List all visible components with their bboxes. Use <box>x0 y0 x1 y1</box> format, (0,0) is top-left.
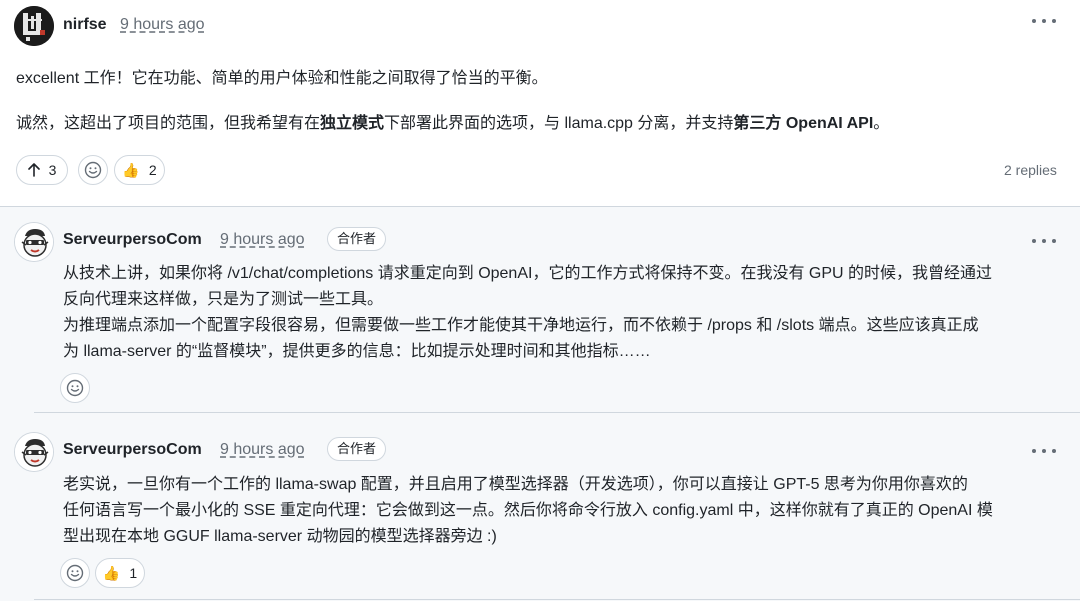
add-reaction-button[interactable] <box>60 558 90 588</box>
reply-body-line: 为 llama-server 的“监督模块”，提供更多的信息：比如提示处理时间和… <box>63 343 651 360</box>
smiley-icon <box>84 161 102 179</box>
smiley-icon <box>66 379 84 397</box>
collaborator-badge: 合作者 <box>327 227 387 251</box>
add-reaction-button[interactable] <box>60 373 90 403</box>
comment-paragraph-2: 诚然，这超出了项目的范围，但我希望有在独立模式下部署此界面的选项，与 llama… <box>16 112 889 136</box>
kebab-menu-icon[interactable] <box>1032 13 1056 29</box>
paragraph-bold-text: 独立模式 <box>320 115 385 132</box>
thumbs-up-icon: 👍 <box>102 565 121 581</box>
avatar[interactable] <box>14 6 54 46</box>
reaction-count: 1 <box>129 565 138 581</box>
reply-author[interactable]: ServeurpersoCom <box>63 441 202 459</box>
reply-body-line: 型出现在本地 GGUF llama-server 动物园的模型选择器旁边 :) <box>63 528 497 545</box>
reply-author[interactable]: ServeurpersoCom <box>63 231 202 249</box>
reply-body-line: 反向代理来这样做，只是为了测试一些工具。 <box>63 291 384 308</box>
thumbs-up-reaction[interactable]: 👍 2 <box>114 155 165 185</box>
replies-count[interactable]: 2 replies <box>1004 162 1057 178</box>
reply-body-line: 任何语言写一个最小化的 SSE 重定向代理：它会做到这一点。然后你将命令行放入 … <box>63 502 993 519</box>
thumbs-up-icon: 👍 <box>122 162 140 178</box>
paragraph-text: 下部署此界面的选项，与 llama.cpp 分离，并支持 <box>384 115 734 132</box>
thumbs-up-reaction[interactable]: 👍 1 <box>95 558 145 588</box>
kebab-menu-icon[interactable] <box>1032 233 1056 249</box>
comment-paragraph-1: excellent 工作！它在功能、简单的用户体验和性能之间取得了恰当的平衡。 <box>16 70 548 87</box>
paragraph-bold-text: 第三方 OpenAI API <box>733 115 874 132</box>
reply-divider <box>34 412 1080 413</box>
upvote-count: 3 <box>48 162 57 178</box>
collaborator-badge: 合作者 <box>327 437 387 461</box>
reply-body-line: 老实说，一旦你有一个工作的 llama-swap 配置，并且启用了模型选择器（开… <box>63 476 968 493</box>
reply-divider <box>34 599 1080 600</box>
reply-timestamp[interactable]: 9 hours ago <box>220 231 305 249</box>
avatar[interactable] <box>14 222 54 262</box>
paragraph-text: 诚然，这超出了项目的范围，但我希望有在 <box>16 115 321 132</box>
arrow-up-icon <box>27 163 40 177</box>
main-comment: nirfse 9 hours ago excellent 工作！它在功能、简单的… <box>0 0 1080 206</box>
smiley-icon <box>66 564 84 582</box>
comment-timestamp[interactable]: 9 hours ago <box>120 16 205 34</box>
reaction-count: 2 <box>148 162 157 178</box>
comment-author[interactable]: nirfse <box>63 16 107 34</box>
paragraph-text: 。 <box>873 115 890 132</box>
kebab-menu-icon[interactable] <box>1032 443 1056 459</box>
avatar[interactable] <box>14 432 54 472</box>
reply-body-line: 为推理端点添加一个配置字段很容易，但需要做一些工作才能使其干净地运行，而不依赖于… <box>63 317 979 334</box>
reply-body-line: 从技术上讲，如果你将 /v1/chat/completions 请求重定向到 O… <box>63 265 993 282</box>
add-reaction-button[interactable] <box>78 155 108 185</box>
upvote-button[interactable]: 3 <box>16 155 68 185</box>
reply-timestamp[interactable]: 9 hours ago <box>220 441 305 459</box>
